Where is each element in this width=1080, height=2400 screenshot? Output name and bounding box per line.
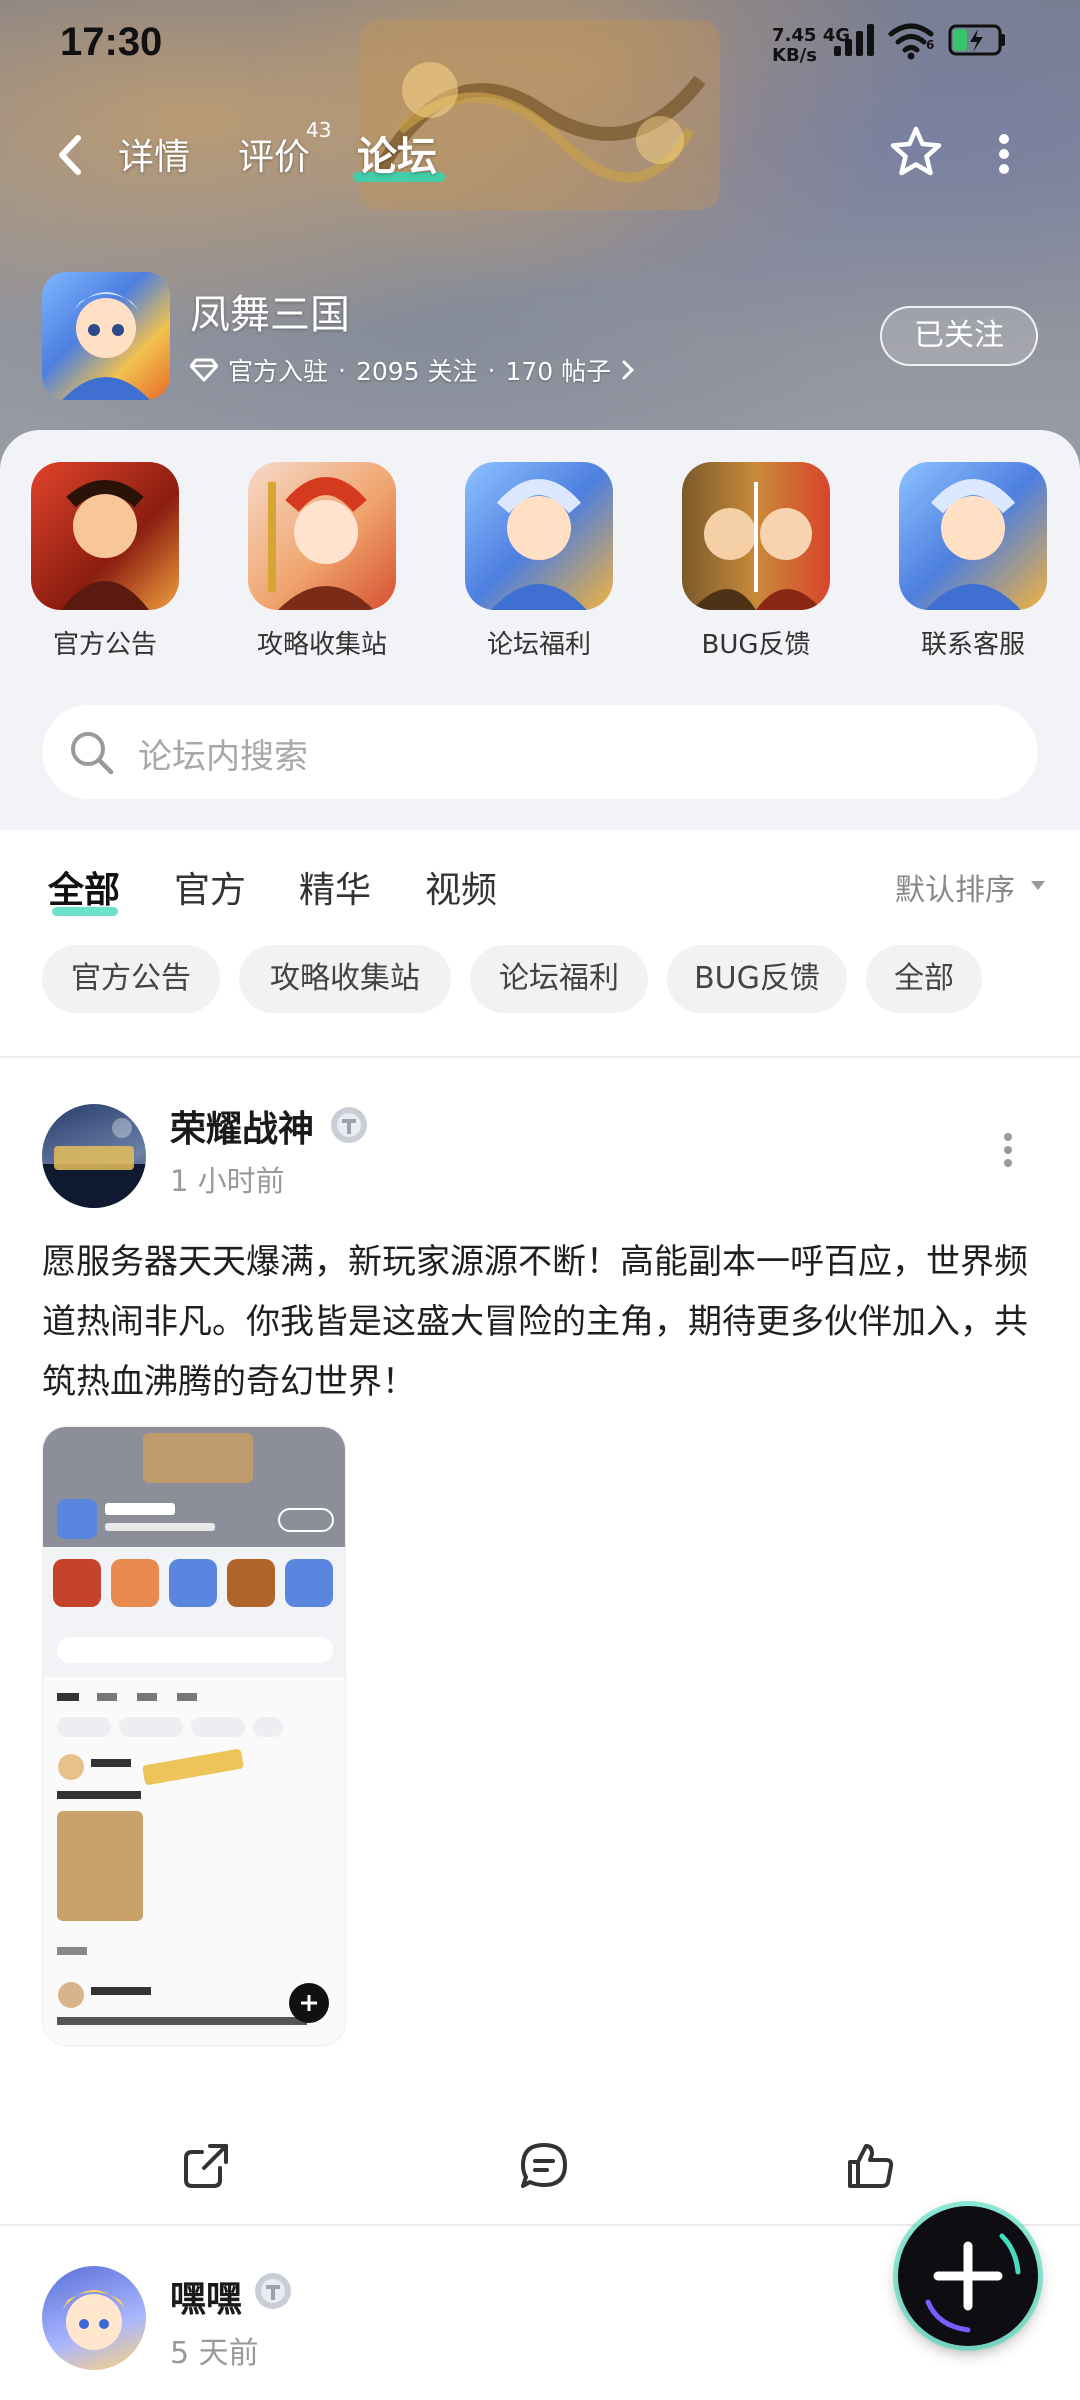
filter-tab-video[interactable]: 视频	[425, 861, 497, 913]
category-customer-service[interactable]: 联系客服	[888, 462, 1058, 661]
star-icon[interactable]	[888, 124, 944, 180]
search-placeholder: 论坛内搜索	[138, 737, 308, 777]
chip-all[interactable]: 全部	[866, 945, 982, 1013]
game-name: 凤舞三国	[190, 292, 350, 338]
category-chips: 官方公告 攻略收集站 论坛福利 BUG反馈 全部	[0, 945, 1080, 1015]
game-meta: 官方入驻 · 2095 关注 · 170 帖子	[190, 352, 635, 388]
top-nav: 详情 评价 43 论坛	[0, 110, 1080, 200]
forum-categories-panel: 官方公告 攻略收集站 论坛福利 BUG反馈 联系客服 论坛内搜索	[0, 430, 1080, 830]
category-label: 攻略收集站	[256, 630, 387, 660]
back-icon[interactable]	[50, 132, 90, 178]
category-thumbnail	[682, 462, 830, 610]
share-icon[interactable]	[180, 2140, 232, 2192]
battery-level: 6	[926, 38, 935, 52]
post-author[interactable]: 荣耀战神	[170, 1100, 314, 1152]
follow-button[interactable]: 已关注	[880, 306, 1038, 366]
network-speed-value: 7.45	[772, 25, 817, 46]
tab-details[interactable]: 详情	[118, 128, 190, 180]
post-time: 1 小时前	[170, 1164, 285, 1198]
game-info: 凤舞三国 官方入驻 · 2095 关注 · 170 帖子 已关注	[0, 272, 1080, 402]
category-bug-report[interactable]: BUG反馈	[671, 462, 841, 661]
category-thumbnail	[465, 462, 613, 610]
chip-official-notice[interactable]: 官方公告	[42, 945, 220, 1013]
cell-signal-icon	[834, 24, 874, 56]
category-official-notice[interactable]: 官方公告	[20, 462, 190, 661]
category-thumbnail	[899, 462, 1047, 610]
category-forum-benefits[interactable]: 论坛福利	[454, 462, 624, 661]
avatar[interactable]	[42, 1104, 146, 1208]
category-label: 官方公告	[52, 630, 157, 660]
category-label: 联系客服	[920, 630, 1025, 660]
status-time: 17:30	[60, 20, 163, 64]
category-label: 论坛福利	[486, 630, 591, 660]
post-time: 5 天前	[170, 2336, 259, 2371]
like-icon[interactable]	[844, 2140, 896, 2192]
game-banner: 17:30 7.45 4G KB/s 6 详情 评价 43 论坛 凤舞三国 官方…	[0, 0, 1080, 470]
posts-count[interactable]: 170 帖子	[506, 352, 612, 388]
search-icon	[71, 732, 114, 775]
official-label: 官方入驻	[228, 357, 329, 386]
section-divider	[0, 1056, 1080, 1058]
post-body: 愿服务器天天爆满，新玩家源源不断！高能副本一呼百应，世界频道热闹非凡。你我皆是这…	[42, 1242, 1028, 1402]
tab-forum[interactable]: 论坛	[357, 124, 437, 182]
game-app-icon[interactable]	[42, 272, 170, 400]
caret-down-icon	[1031, 881, 1045, 890]
user-level-badge-icon	[331, 1107, 367, 1143]
reviews-count-badge: 43	[306, 118, 332, 142]
filter-tab-featured[interactable]: 精华	[299, 861, 371, 913]
chip-forum-benefits[interactable]: 论坛福利	[470, 945, 648, 1013]
post-author[interactable]: 嘿嘿	[170, 2270, 242, 2322]
post-actions	[0, 2120, 1080, 2210]
chevron-right-icon	[622, 360, 635, 380]
post-screenshot-image[interactable]	[42, 1426, 346, 2046]
followers-count: 2095 关注	[355, 357, 478, 386]
category-label: BUG反馈	[701, 630, 811, 660]
category-guides[interactable]: 攻略收集站	[237, 462, 407, 661]
diamond-icon	[190, 358, 218, 382]
avatar[interactable]	[42, 2266, 146, 2370]
chip-guides[interactable]: 攻略收集站	[239, 945, 451, 1013]
user-level-badge-icon	[255, 2273, 291, 2309]
forum-search-bar[interactable]: 论坛内搜索	[42, 705, 1038, 799]
filter-tab-official[interactable]: 官方	[174, 861, 246, 913]
status-bar: 17:30 7.45 4G KB/s 6	[0, 0, 1080, 92]
post-card[interactable]: 荣耀战神 1 小时前 愿服务器天天爆满，新玩家源源不断！高能副本一呼百应，世界频…	[0, 1060, 1080, 2220]
sort-dropdown[interactable]: 默认排序	[895, 865, 1015, 909]
category-thumbnail	[248, 462, 396, 610]
post-more-icon[interactable]	[1002, 1132, 1014, 1168]
plus-icon	[925, 2233, 1021, 2333]
create-post-button[interactable]	[898, 2206, 1038, 2346]
category-thumbnail	[31, 462, 179, 610]
more-icon[interactable]	[996, 132, 1012, 176]
filter-tabs: 全部 官方 精华 视频 默认排序	[0, 855, 1080, 935]
comment-icon[interactable]	[518, 2140, 570, 2192]
battery-icon	[948, 24, 1005, 56]
chip-bug-report[interactable]: BUG反馈	[667, 945, 847, 1013]
filter-tab-all[interactable]: 全部	[48, 861, 120, 913]
network-speed-unit: KB/s	[772, 45, 817, 66]
tab-reviews[interactable]: 评价	[238, 128, 310, 180]
